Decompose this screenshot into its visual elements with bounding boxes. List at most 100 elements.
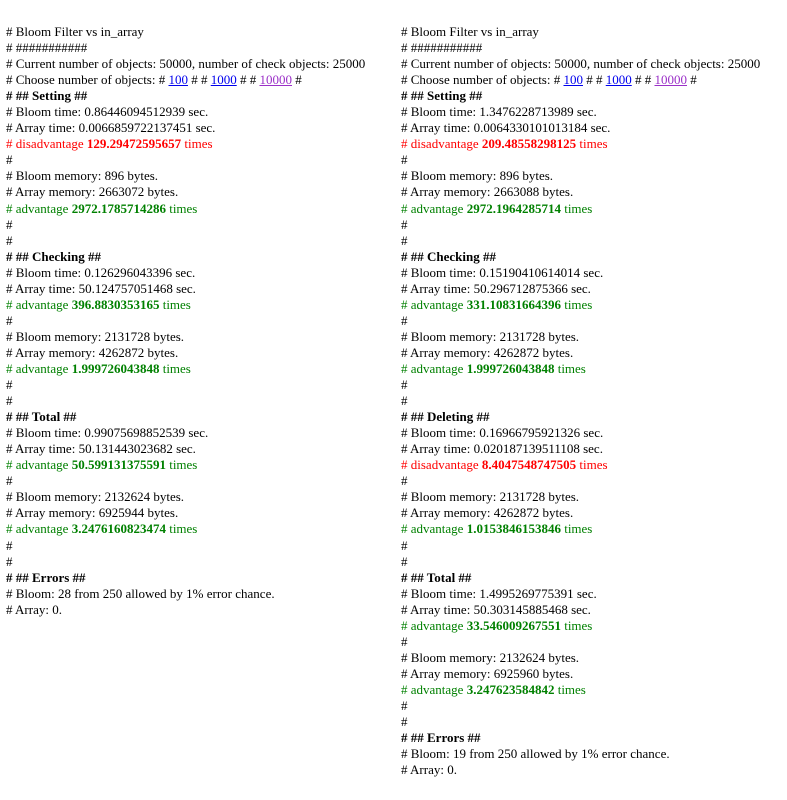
verdict-unit: times: [184, 136, 213, 152]
array-memory-line: # Array memory: 4262872 bytes.: [401, 344, 574, 360]
verdict-label: advantage: [410, 617, 464, 633]
choose-objects-link-100[interactable]: 100: [168, 72, 188, 87]
report-title-line: # Bloom Filter vs in_array: [401, 24, 539, 39]
comment-hash: #: [6, 296, 16, 312]
comment-hash: #: [6, 521, 16, 537]
verdict-unit: times: [564, 617, 593, 633]
section-heading: # ## Errors ##: [6, 569, 86, 585]
verdict-advantage-line: # advantage 3.247623584842 times: [401, 682, 787, 698]
verdict-value: 50.599131375591: [71, 457, 166, 473]
choose-objects-link-10000[interactable]: 10000: [259, 72, 292, 87]
comment-blank-line: #: [401, 232, 408, 248]
verdict-value: 1.0153846153846: [466, 521, 561, 537]
bloom-time-line: # Bloom time: 1.3476228713989 sec.: [401, 104, 597, 120]
benchmark-output-page: # Bloom Filter vs in_array # ########### #…: [0, 0, 787, 800]
report-title-line: # Bloom Filter vs in_array: [6, 24, 144, 39]
comment-hash: #: [401, 360, 411, 376]
verdict-value: 8.4047548747505: [481, 457, 577, 473]
verdict-unit: times: [169, 200, 198, 216]
array-memory-line: # Array memory: 6925960 bytes.: [401, 665, 574, 681]
bloom-memory-line: # Bloom memory: 2131728 bytes.: [401, 489, 580, 505]
comment-hash: #: [6, 136, 16, 152]
comment-hash: #: [401, 617, 411, 633]
comment-blank-line: #: [401, 312, 408, 328]
verdict-unit: times: [564, 200, 593, 216]
choose-objects-suffix: #: [291, 72, 302, 88]
comment-blank-line: #: [401, 553, 408, 569]
choose-objects-link-10000[interactable]: 10000: [654, 72, 687, 87]
verdict-value: 331.10831664396: [466, 296, 561, 312]
comment-blank-line: #: [401, 473, 408, 489]
verdict-advantage-line: # advantage 3.2476160823474 times: [6, 521, 395, 537]
verdict-label: advantage: [410, 200, 464, 216]
verdict-label: advantage: [410, 296, 464, 312]
verdict-value: 396.8830353165: [71, 296, 160, 312]
choose-objects-link-1000[interactable]: 1000: [211, 72, 237, 87]
current-objects-line: # Current number of objects: 50000, numb…: [401, 56, 761, 72]
section-heading: # ## Errors ##: [401, 730, 481, 746]
verdict-advantage-line: # advantage 2972.1785714286 times: [6, 201, 395, 217]
two-column-layout: # Bloom Filter vs in_array # ########### #…: [0, 24, 787, 778]
choose-objects-line: # Choose number of objects: # 100 # # 10…: [401, 72, 787, 88]
verdict-value: 3.2476160823474: [71, 521, 166, 537]
comment-blank-line: #: [6, 232, 13, 248]
comment-blank-line: #: [6, 537, 13, 553]
verdict-unit: times: [564, 521, 593, 537]
choose-objects-link-100[interactable]: 100: [563, 72, 583, 87]
comment-hash: #: [6, 360, 16, 376]
array-time-line: # Array time: 0.0066859722137451 sec.: [6, 120, 216, 136]
verdict-unit: times: [557, 681, 586, 697]
array-time-line: # Array time: 50.296712875366 sec.: [401, 280, 591, 296]
current-objects-line: # Current number of objects: 50000, numb…: [6, 56, 366, 72]
verdict-value: 209.48558298125: [481, 136, 577, 152]
verdict-advantage-line: # advantage 2972.1964285714 times: [401, 201, 787, 217]
verdict-label: advantage: [15, 200, 69, 216]
choose-objects-line: # Choose number of objects: # 100 # # 10…: [6, 72, 395, 88]
comment-blank-line: #: [401, 216, 408, 232]
array-memory-line: # Array memory: 4262872 bytes.: [401, 505, 574, 521]
bloom-memory-line: # Bloom memory: 2132624 bytes.: [6, 489, 185, 505]
verdict-disadvantage-line: # disadvantage 209.48558298125 times: [401, 136, 787, 152]
comment-hash: #: [401, 681, 411, 697]
bloom-time-line: # Bloom time: 0.126296043396 sec.: [6, 264, 196, 280]
comment-hash: #: [401, 457, 411, 473]
array-time-line: # Array time: 0.0064330101013184 sec.: [401, 120, 611, 136]
choose-objects-separator: # #: [187, 72, 211, 88]
choose-objects-link-1000[interactable]: 1000: [606, 72, 632, 87]
verdict-value: 2972.1785714286: [71, 200, 166, 216]
verdict-unit: times: [579, 457, 608, 473]
array-memory-line: # Array memory: 2663088 bytes.: [401, 184, 574, 200]
bloom-time-line: # Bloom time: 1.4995269775391 sec.: [401, 585, 597, 601]
errors-array-line: # Array: 0.: [6, 601, 62, 617]
section-heading: # ## Total ##: [401, 569, 472, 585]
verdict-label: disadvantage: [410, 136, 479, 152]
bloom-memory-line: # Bloom memory: 2131728 bytes.: [6, 328, 185, 344]
verdict-unit: times: [579, 136, 608, 152]
verdict-value: 129.29472595657: [86, 136, 182, 152]
comment-blank-line: #: [6, 553, 13, 569]
verdict-unit: times: [169, 457, 198, 473]
bloom-memory-line: # Bloom memory: 2131728 bytes.: [401, 328, 580, 344]
section-heading: # ## Checking ##: [401, 248, 496, 264]
verdict-unit: times: [564, 296, 593, 312]
verdict-disadvantage-line: # disadvantage 8.4047548747505 times: [401, 457, 787, 473]
verdict-advantage-line: # advantage 1.0153846153846 times: [401, 521, 787, 537]
verdict-label: advantage: [15, 296, 69, 312]
verdict-unit: times: [169, 521, 198, 537]
verdict-unit: times: [557, 360, 586, 376]
verdict-advantage-line: # advantage 1.999726043848 times: [401, 361, 787, 377]
verdict-advantage-line: # advantage 33.546009267551 times: [401, 618, 787, 634]
verdict-label: advantage: [15, 521, 69, 537]
verdict-label: disadvantage: [410, 457, 479, 473]
verdict-advantage-line: # advantage 396.8830353165 times: [6, 297, 395, 313]
comment-hash: #: [6, 200, 16, 216]
array-time-line: # Array time: 0.020187139511108 sec.: [401, 441, 603, 457]
bloom-memory-line: # Bloom memory: 896 bytes.: [6, 168, 159, 184]
verdict-unit: times: [162, 360, 191, 376]
comment-blank-line: #: [401, 697, 408, 713]
section-heading: # ## Setting ##: [6, 88, 88, 104]
verdict-value: 2972.1964285714: [466, 200, 561, 216]
section-heading: # ## Checking ##: [6, 248, 101, 264]
verdict-value: 33.546009267551: [466, 617, 561, 633]
comment-blank-line: #: [401, 714, 408, 730]
